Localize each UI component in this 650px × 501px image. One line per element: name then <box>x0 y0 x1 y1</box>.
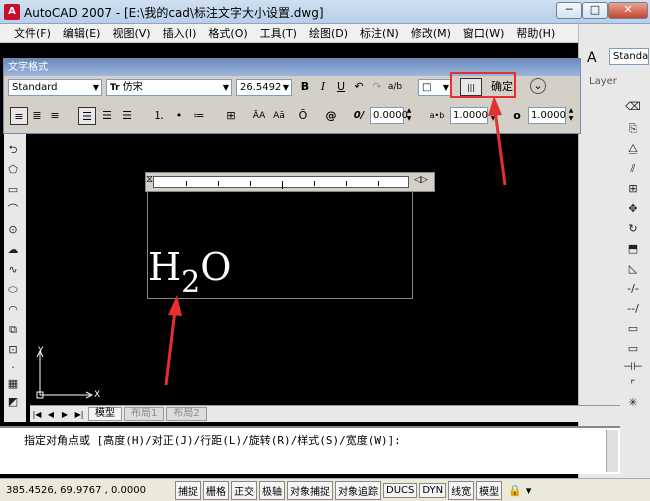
lock-icon[interactable]: 🔒 <box>508 484 522 497</box>
tab-layout2[interactable]: 布局2 <box>166 407 207 421</box>
tab-prev-button[interactable]: ◀ <box>44 410 58 419</box>
coordinates-readout: 385.4526, 69.9767 , 0.0000 <box>6 484 146 496</box>
ortho-toggle[interactable]: 正交 <box>231 480 257 500</box>
tab-last-button[interactable]: ▶| <box>72 410 86 419</box>
tab-next-button[interactable]: ▶ <box>58 410 72 419</box>
tab-layout1[interactable]: 布局1 <box>124 407 165 421</box>
tab-first-button[interactable]: |◀ <box>30 410 44 419</box>
arrow-to-ok-head <box>488 96 502 116</box>
arrow-to-subscript-line <box>164 309 177 386</box>
lineweight-toggle[interactable]: 线宽 <box>448 480 475 500</box>
dyn-toggle[interactable]: DYN <box>419 482 447 498</box>
x-axis-label: X <box>94 390 101 400</box>
layout-tabs-bar: |◀ ◀ ▶ ▶| 模型 布局1 布局2 <box>30 405 620 422</box>
polar-toggle[interactable]: 极轴 <box>259 480 285 500</box>
command-scrollbar[interactable] <box>606 430 618 472</box>
tray-settings-icon[interactable]: ▾ <box>526 484 532 497</box>
arrow-to-ok-line <box>493 109 507 186</box>
arrow-to-subscript-head <box>168 295 182 316</box>
osnap-toggle[interactable]: 对象捕捉 <box>287 480 333 500</box>
status-bar: 385.4526, 69.9767 , 0.0000 捕捉 栅格 正交 极轴 对… <box>0 478 650 501</box>
grid-toggle[interactable]: 栅格 <box>203 480 229 500</box>
ducs-toggle[interactable]: DUCS <box>383 482 418 498</box>
snap-toggle[interactable]: 捕捉 <box>175 480 201 500</box>
command-prompt: 指定对角点或 [高度(H)/对正(J)/行距(L)/旋转(R)/样式(S)/宽度… <box>24 434 401 447</box>
tab-model[interactable]: 模型 <box>88 407 122 421</box>
y-axis-label: Y <box>38 346 44 356</box>
otrack-toggle[interactable]: 对象追踪 <box>335 480 381 500</box>
model-space-toggle[interactable]: 模型 <box>476 480 503 500</box>
